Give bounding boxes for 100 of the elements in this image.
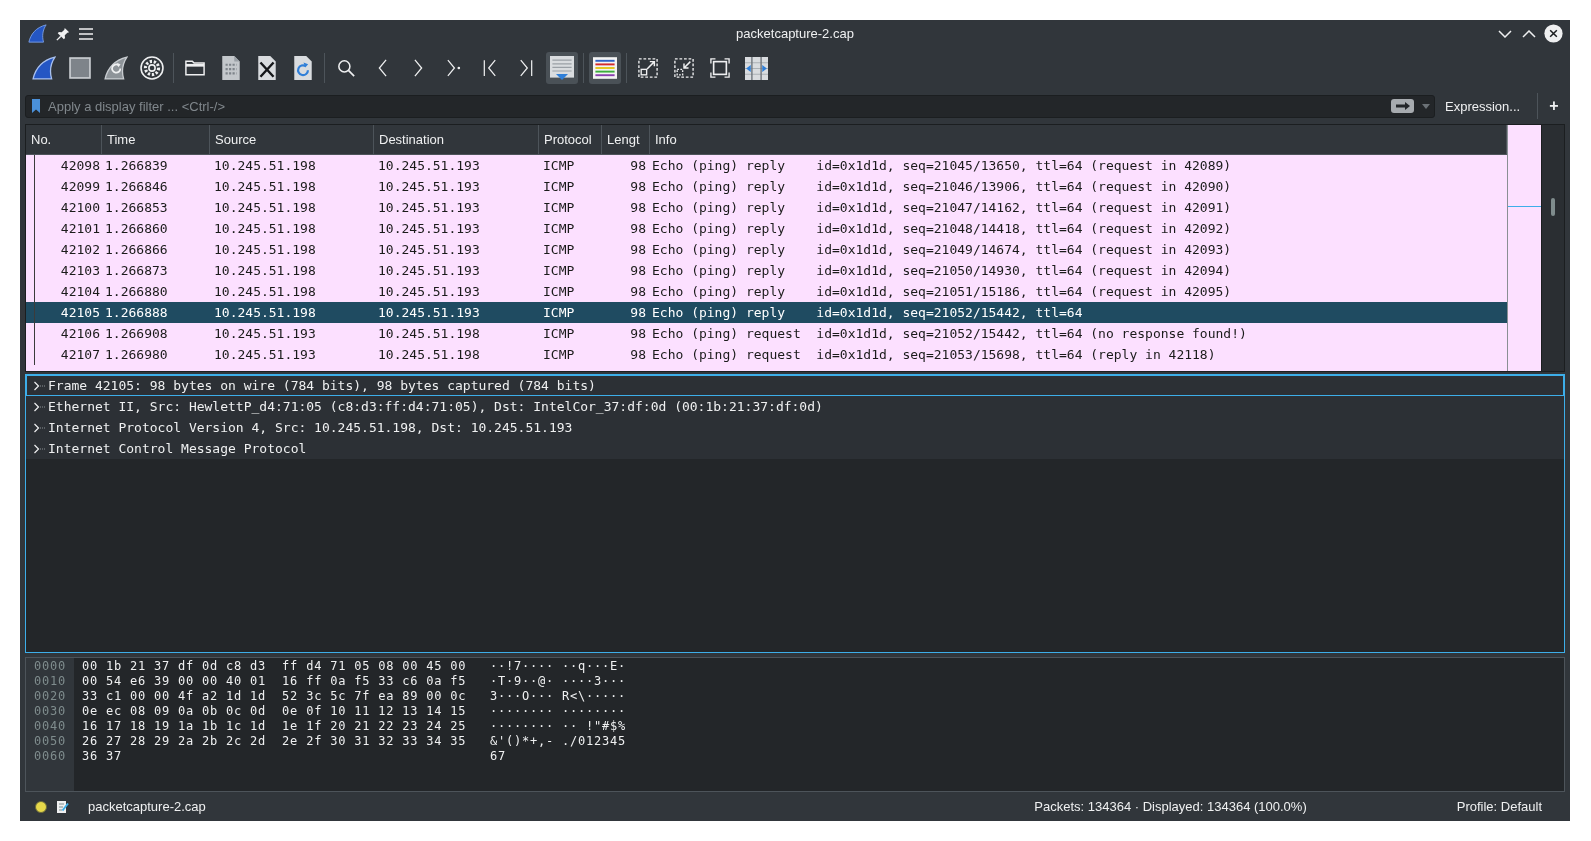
frame-corners-icon (710, 58, 730, 78)
chevron-right-icon[interactable] (33, 442, 47, 455)
tree-item[interactable]: Internet Protocol Version 4, Src: 10.245.51.198, Dst: 10.245.51.193 (26, 417, 1564, 438)
list-scroll-icon (550, 56, 574, 80)
zoom-out-icon (674, 58, 694, 78)
table-columns-icon (744, 56, 768, 80)
table-cell-text: 98 (629, 304, 647, 322)
hex-bytes: 16 17 18 19 1a 1b 1c 1d 1e 1f 20 21 22 23 24 25 (82, 719, 467, 734)
table-cell-text: 10.245.51.193 (377, 241, 481, 259)
table-cell-text: Echo (ping) reply id=0x1d1d, seq=21050/14930, ttl=64 (request in 42094) (651, 262, 1233, 280)
column-header[interactable]: Time (102, 125, 210, 155)
chevron-up-icon (1522, 29, 1536, 38)
column-header[interactable]: No. (26, 125, 102, 155)
table-cell-text: 98 (629, 262, 647, 280)
table-cell-text: 10.245.51.198 (213, 262, 317, 280)
table-cell-text: 10.245.51.193 (213, 346, 317, 364)
table-cell-text: 10.245.51.193 (377, 178, 481, 196)
apply-filter-button[interactable] (1391, 99, 1414, 113)
column-header[interactable]: Source (210, 125, 374, 155)
chevron-right-icon[interactable] (33, 379, 47, 392)
scrollbar[interactable] (1541, 125, 1564, 371)
tree-item[interactable]: Ethernet II, Src: HewlettP_d4:71:05 (c8:d3:ff:d4:71:05), Dst: IntelCor_37:df:0d (00:1b:21:37:df:0d) (26, 396, 1564, 417)
table-cell-text: 98 (629, 346, 647, 364)
table-cell-text: 98 (629, 325, 647, 343)
add-filter-button[interactable]: + (1546, 95, 1562, 117)
chevron-right-icon[interactable] (33, 400, 47, 413)
auto-scroll-button[interactable] (546, 52, 578, 84)
table-cell-text: Echo (ping) reply id=0x1d1d, seq=21047/14162, ttl=64 (request in 42091) (651, 199, 1233, 217)
colorize-button[interactable] (589, 52, 621, 84)
bookmark-button[interactable] (32, 98, 40, 114)
table-cell-text: 10.245.51.198 (213, 157, 317, 175)
expression-button[interactable]: Expression... (1437, 93, 1529, 119)
table-cell-text: 10.245.51.198 (213, 199, 317, 217)
minimap-position-marker (1508, 206, 1541, 207)
table-cell-text: 10.245.51.198 (213, 283, 317, 301)
file-x-icon (258, 56, 276, 80)
hex-bytes: 00 1b 21 37 df 0d c8 d3 ff d4 71 05 08 00 45 00 (82, 659, 467, 674)
table-cell-text: ICMP (542, 241, 576, 259)
table-cell-text: 1.266839 (104, 157, 169, 175)
table-cell-text: 10.245.51.193 (377, 262, 481, 280)
tree-item[interactable]: Frame 42105: 98 bytes on wire (784 bits), 98 bytes captured (784 bits) (26, 375, 1564, 396)
byte-offset: 0060 (34, 749, 67, 764)
table-cell-text: 98 (629, 157, 647, 175)
table-cell-text: Echo (ping) reply id=0x1d1d, seq=21052/15442, ttl=64 (651, 304, 1084, 322)
table-cell-text: ICMP (542, 283, 576, 301)
zoom-in-icon (638, 58, 658, 78)
table-cell-text: ICMP (542, 325, 576, 343)
table-cell-text: 1.266873 (104, 262, 169, 280)
table-cell-text: ICMP (542, 346, 576, 364)
table-cell-text: 1.266880 (104, 283, 169, 301)
table-cell-text: 98 (629, 199, 647, 217)
chevron-right-icon (413, 59, 423, 77)
filter-field[interactable]: Apply a display filter ... <Ctrl-/> (25, 94, 1435, 118)
byte-offset: 0000 (34, 659, 67, 674)
ascii-bytes: &'()*+,- ./012345 (490, 734, 627, 749)
table-cell-text: 10.245.51.193 (377, 157, 481, 175)
table-cell-text: 1.266846 (104, 178, 169, 196)
hex-bytes: 0e ec 08 09 0a 0b 0c 0d 0e 0f 10 11 12 13 14 15 (82, 704, 467, 719)
fin-restart-icon (104, 56, 128, 80)
shark-fin-icon[interactable] (28, 24, 47, 43)
byte-offset: 0040 (34, 719, 67, 734)
byte-offset: 0050 (34, 734, 67, 749)
pin-icon (56, 26, 70, 41)
packet-row[interactable]: 42105 1.266888 10.245.51.198 10.245.51.193 ICMP 98 Echo (ping) reply id=0x1d1d, seq=21052/15442, ttl=64 (26, 302, 1507, 323)
table-cell-text: ICMP (542, 178, 576, 196)
ascii-bytes: ··!7···· ··q···E· (490, 659, 627, 674)
packet-minimap[interactable] (1507, 125, 1541, 371)
table-cell-text: 10.245.51.193 (213, 325, 317, 343)
file-reload-icon (294, 56, 312, 80)
hex-bytes: 26 27 28 29 2a 2b 2c 2d 2e 2f 30 31 32 33 34 35 (82, 734, 467, 749)
column-header[interactable]: Lengt (602, 125, 650, 155)
caret-down-icon[interactable] (1422, 103, 1430, 109)
tree-item[interactable]: Internet Control Message Protocol (26, 438, 1564, 459)
ascii-bytes: ········ ·· !"#$% (490, 719, 627, 734)
table-cell-text: 98 (629, 178, 647, 196)
table-cell-text: 1.266980 (104, 346, 169, 364)
table-cell-text: 10.245.51.198 (213, 220, 317, 238)
note-edit-icon[interactable] (57, 799, 69, 814)
ascii-bytes: ········ ········ (490, 704, 627, 719)
table-cell-text: 1.266860 (104, 220, 169, 238)
table-cell-text: ICMP (542, 220, 576, 238)
profile-label[interactable]: Profile: Default (1456, 799, 1542, 814)
table-cell-text: 10.245.51.193 (377, 283, 481, 301)
table-cell-text: Echo (ping) reply id=0x1d1d, seq=21045/13650, ttl=64 (request in 42089) (651, 157, 1233, 175)
menu-button[interactable] (79, 27, 93, 40)
skip-first-icon (483, 59, 497, 77)
status-dot-icon[interactable] (35, 800, 47, 813)
column-header[interactable]: Info (650, 125, 1507, 155)
ascii-bytes: ·T·9··@· ····3··· (490, 674, 627, 689)
close-button[interactable] (1544, 24, 1562, 43)
table-cell-text: 1.266853 (104, 199, 169, 217)
scrollbar-thumb[interactable] (1551, 198, 1555, 216)
pin-button[interactable] (56, 26, 70, 41)
filter-input[interactable]: Apply a display filter ... <Ctrl-/> (48, 96, 1383, 116)
column-header[interactable]: Protocol (539, 125, 602, 155)
table-cell-text: Echo (ping) request id=0x1d1d, seq=21052/15442, ttl=64 (no response found!) (651, 325, 1248, 343)
table-cell-text: Echo (ping) reply id=0x1d1d, seq=21046/13906, ttl=64 (request in 42090) (651, 178, 1233, 196)
chevron-right-icon[interactable] (33, 421, 47, 434)
column-header[interactable]: Destination (374, 125, 539, 155)
shark-fin-icon (32, 56, 56, 80)
